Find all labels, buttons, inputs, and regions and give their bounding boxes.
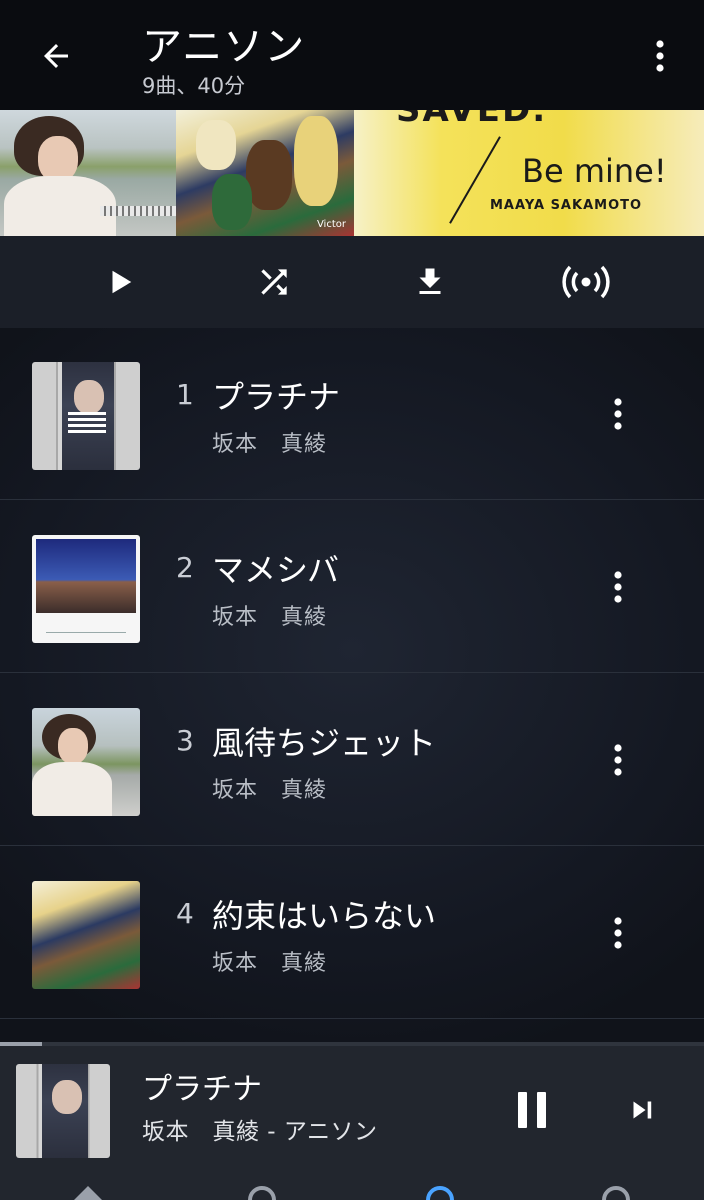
track-thumbnail — [32, 708, 140, 816]
more-vertical-icon — [656, 40, 664, 72]
album-label-text: Victor — [316, 219, 346, 230]
playlist-summary: 9曲、40分 — [142, 74, 246, 98]
track-more-button[interactable] — [602, 907, 634, 959]
track-row[interactable]: 2 マメシバ 坂本 真綾 — [0, 501, 704, 673]
download-icon — [419, 268, 441, 294]
now-playing-thumbnail — [16, 1064, 110, 1158]
arrow-left-icon — [44, 44, 68, 68]
track-thumbnail — [32, 535, 140, 643]
now-playing-equalizer-icon — [68, 412, 106, 434]
back-button[interactable] — [28, 30, 84, 82]
playlist-controls — [0, 236, 704, 328]
play-icon — [112, 270, 132, 294]
more-options-button[interactable] — [640, 30, 680, 82]
track-thumbnail — [32, 362, 140, 470]
track-title: マメシバ — [212, 551, 340, 589]
page-title: アニソン — [142, 24, 306, 70]
track-number: 1 — [176, 378, 194, 411]
album-art-3: SAVED. Be mine! MAAYA SAKAMOTO — [354, 110, 704, 236]
skip-next-icon — [633, 1101, 652, 1119]
next-button[interactable] — [618, 1086, 666, 1134]
track-title: 約束はいらない — [212, 897, 437, 935]
track-number: 3 — [176, 724, 194, 757]
pause-button[interactable] — [508, 1086, 556, 1134]
track-more-button[interactable] — [602, 388, 634, 440]
album-art-collage: Victor SAVED. Be mine! MAAYA SAKAMOTO — [0, 110, 704, 236]
now-playing-bar[interactable]: プラチナ 坂本 真綾 - アニソン — [0, 1042, 704, 1200]
library-tab-icon[interactable] — [422, 1182, 458, 1200]
home-tab-icon[interactable] — [70, 1182, 106, 1200]
album-art-text-subtitle: Be mine! — [522, 152, 667, 190]
album-art-text-title: SAVED. — [396, 110, 548, 130]
track-artist: 坂本 真綾 — [212, 432, 328, 457]
track-list: 1 プラチナ 坂本 真綾 2 マメシバ 坂本 真綾 3 風待ちジェット 坂本 真… — [0, 328, 704, 1042]
track-thumbnail — [32, 881, 140, 989]
track-artist: 坂本 真綾 — [212, 951, 328, 976]
track-row[interactable]: 3 風待ちジェット 坂本 真綾 — [0, 674, 704, 846]
radio-button[interactable] — [560, 258, 612, 306]
app-header: アニソン 9曲、40分 — [0, 0, 704, 110]
track-row[interactable]: 1 プラチナ 坂本 真綾 — [0, 328, 704, 500]
track-title: 風待ちジェット — [212, 724, 437, 762]
shuffle-icon — [261, 269, 287, 295]
track-number: 4 — [176, 897, 194, 930]
play-button[interactable] — [94, 258, 146, 306]
album-art-text-artist: MAAYA SAKAMOTO — [490, 198, 643, 213]
more-vertical-icon — [614, 917, 622, 949]
playback-progress-fill — [0, 1042, 43, 1046]
pause-icon — [518, 1092, 546, 1128]
more-vertical-icon — [614, 744, 622, 776]
now-playing-title: プラチナ — [142, 1072, 262, 1107]
album-art-2: Victor — [176, 110, 354, 236]
track-number: 2 — [176, 551, 194, 584]
track-row[interactable]: 4 約束はいらない 坂本 真綾 — [0, 847, 704, 1019]
more-vertical-icon — [614, 398, 622, 430]
download-button[interactable] — [404, 258, 456, 306]
radio-broadcast-icon — [562, 265, 610, 299]
track-more-button[interactable] — [602, 734, 634, 786]
profile-tab-icon[interactable] — [598, 1182, 634, 1200]
search-tab-icon[interactable] — [244, 1182, 280, 1200]
more-vertical-icon — [614, 571, 622, 603]
now-playing-subtitle: 坂本 真綾 - アニソン — [142, 1119, 378, 1145]
shuffle-button[interactable] — [248, 258, 300, 306]
track-more-button[interactable] — [602, 561, 634, 613]
album-art-1 — [0, 110, 176, 236]
track-artist: 坂本 真綾 — [212, 605, 328, 630]
track-artist: 坂本 真綾 — [212, 778, 328, 803]
playback-progress[interactable] — [0, 1042, 704, 1046]
track-title: プラチナ — [212, 378, 341, 416]
